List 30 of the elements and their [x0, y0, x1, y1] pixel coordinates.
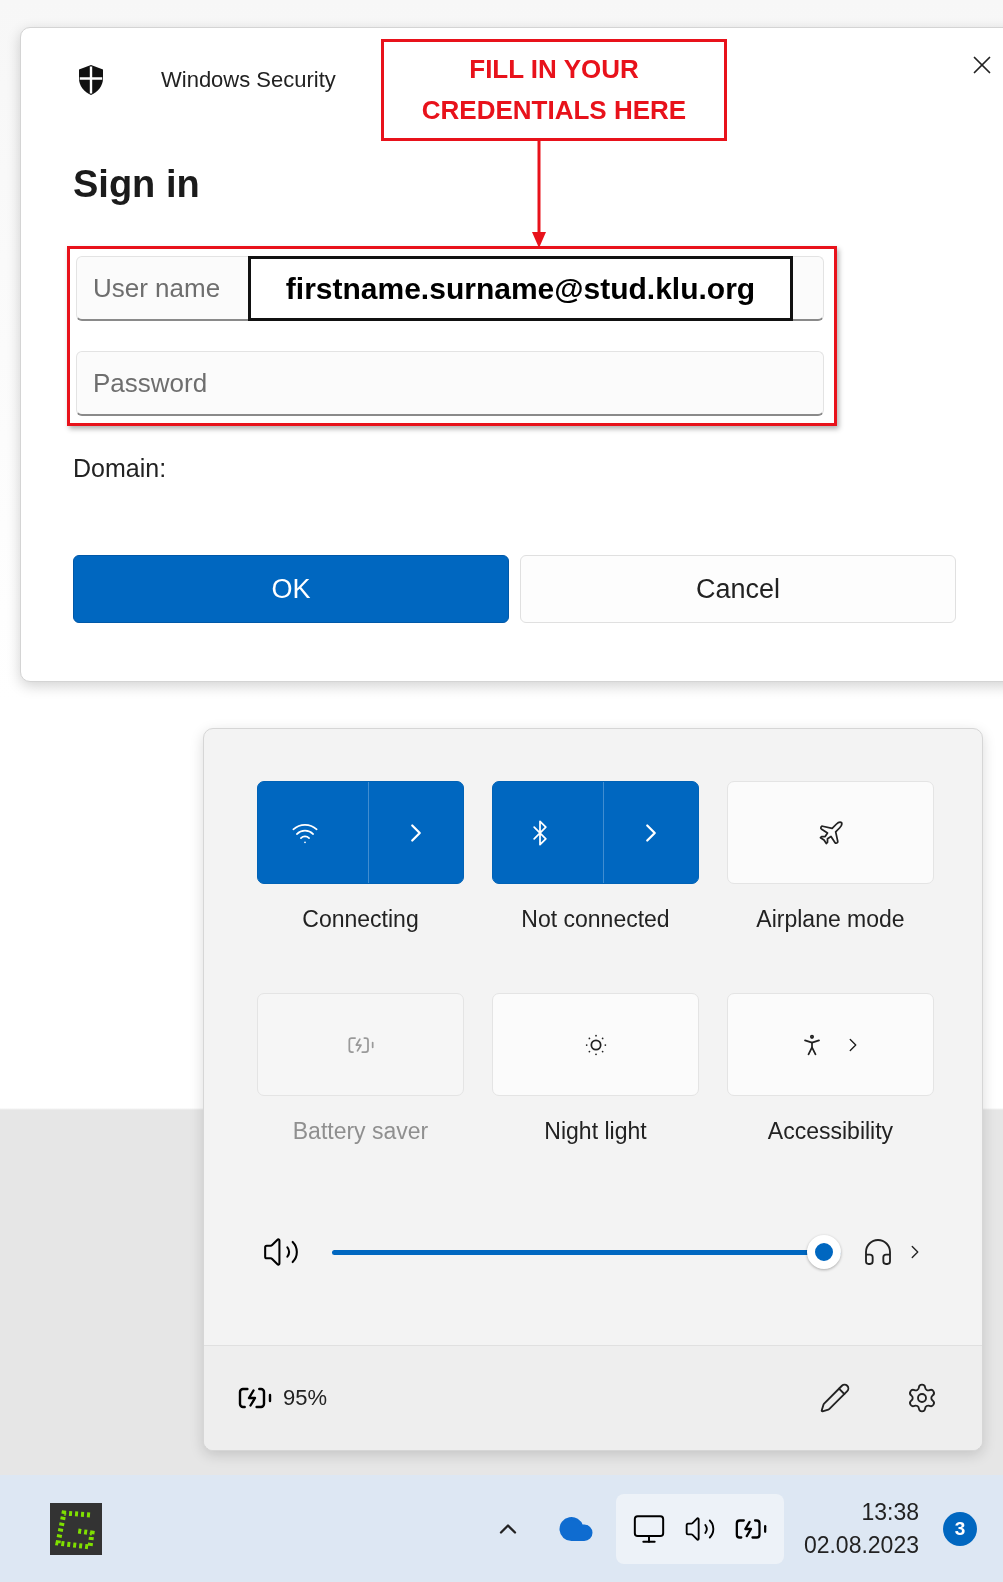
headset-icon [862, 1236, 894, 1268]
slider-thumb[interactable] [806, 1235, 841, 1269]
edit-button[interactable] [819, 1382, 851, 1414]
input-field[interactable]: Password [77, 352, 823, 414]
notification-badge[interactable]: 3 [943, 1511, 977, 1546]
toggle-button[interactable] [727, 993, 934, 1096]
tile-label: Airplane mode [756, 906, 905, 933]
battery-percentage: 95% [283, 1385, 328, 1411]
toggle-button[interactable] [492, 993, 699, 1096]
annotation-callout: FILL IN YOUR CREDENTIALS HERE [381, 39, 727, 141]
domain-label: Domain: [73, 454, 168, 483]
clock-time[interactable]: 13:38 [861, 1498, 919, 1526]
system-tray[interactable] [615, 1493, 784, 1564]
tile-label: Accessibility [767, 1118, 894, 1145]
tile-label: Night light [544, 1118, 647, 1145]
tile-label: Battery saver [292, 1118, 429, 1145]
toggle-tile[interactable] [257, 781, 464, 884]
settings-button[interactable] [906, 1382, 938, 1414]
cancel-button[interactable]: Cancel [520, 555, 956, 623]
tile-label: Not connected [521, 906, 670, 933]
app-icon[interactable] [50, 1502, 102, 1555]
tile-label: Connecting [302, 906, 419, 933]
pencil-icon [819, 1382, 851, 1414]
settings-icon [906, 1382, 938, 1414]
app-name: Windows Security [161, 67, 336, 93]
toggle-button[interactable] [727, 781, 934, 884]
ok-button[interactable]: OK [73, 555, 509, 623]
dialog-title: Sign in [73, 163, 201, 206]
toggle-tile[interactable] [492, 781, 699, 884]
clock-date[interactable]: 02.08.2023 [803, 1531, 919, 1559]
